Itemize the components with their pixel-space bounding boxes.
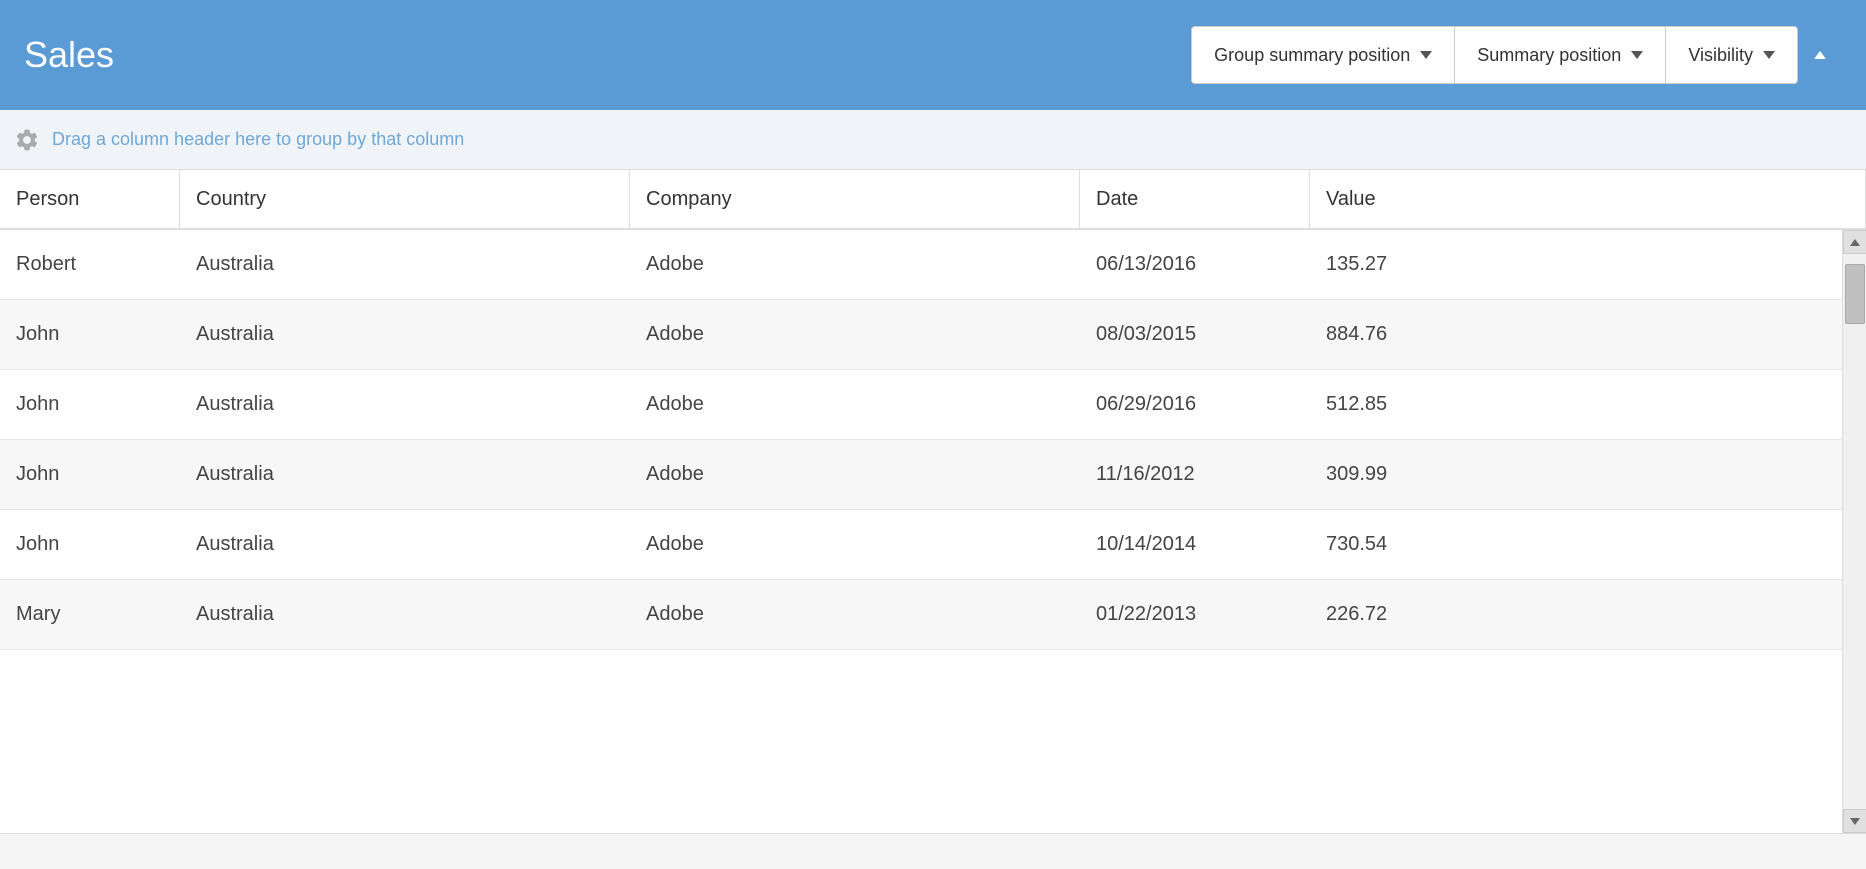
scroll-up-arrow-icon [1850,239,1860,246]
header-controls: Group summary position Summary position … [1191,26,1842,84]
app-container: Sales Group summary position Summary pos… [0,0,1866,869]
cell-value: 226.72 [1310,580,1842,649]
cell-date: 10/14/2014 [1080,510,1310,579]
table-row[interactable]: John Australia Adobe 11/16/2012 309.99 [0,440,1842,510]
column-header-person[interactable]: Person [0,170,180,228]
cell-country: Australia [180,580,630,649]
cell-value: 309.99 [1310,440,1842,509]
group-summary-position-button[interactable]: Group summary position [1191,26,1454,84]
cell-company: Adobe [630,440,1080,509]
header: Sales Group summary position Summary pos… [0,0,1866,110]
table-row[interactable]: Mary Australia Adobe 01/22/2013 226.72 [0,580,1842,650]
scroll-down-arrow-icon [1850,818,1860,825]
table-body: Robert Australia Adobe 06/13/2016 135.27… [0,230,1866,833]
column-header-value[interactable]: Value [1310,170,1866,228]
cell-person: John [0,370,180,439]
chevron-down-icon [1420,51,1432,59]
cell-person: Mary [0,580,180,649]
cell-country: Australia [180,230,630,299]
chevron-down-icon [1763,51,1775,59]
cell-value: 135.27 [1310,230,1842,299]
visibility-label: Visibility [1688,45,1753,66]
column-header-country[interactable]: Country [180,170,630,228]
cell-value: 884.76 [1310,300,1842,369]
visibility-button[interactable]: Visibility [1665,26,1798,84]
scroll-down-button[interactable] [1843,809,1866,833]
cell-country: Australia [180,510,630,579]
cell-company: Adobe [630,230,1080,299]
cell-company: Adobe [630,510,1080,579]
collapse-button[interactable] [1798,51,1842,59]
summary-position-button[interactable]: Summary position [1454,26,1665,84]
column-header-company[interactable]: Company [630,170,1080,228]
cell-country: Australia [180,370,630,439]
scroll-track[interactable] [1843,254,1866,809]
scroll-up-button[interactable] [1843,230,1866,254]
table-row[interactable]: John Australia Adobe 08/03/2015 884.76 [0,300,1842,370]
cell-company: Adobe [630,300,1080,369]
cell-date: 01/22/2013 [1080,580,1310,649]
cell-date: 08/03/2015 [1080,300,1310,369]
column-header-date[interactable]: Date [1080,170,1310,228]
cell-date: 11/16/2012 [1080,440,1310,509]
cell-country: Australia [180,300,630,369]
chevron-down-icon [1631,51,1643,59]
summary-position-label: Summary position [1477,45,1621,66]
table-row[interactable]: John Australia Adobe 10/14/2014 730.54 [0,510,1842,580]
cell-date: 06/13/2016 [1080,230,1310,299]
cell-value: 730.54 [1310,510,1842,579]
cell-person: Robert [0,230,180,299]
group-bar: Drag a column header here to group by th… [0,110,1866,170]
cell-person: John [0,440,180,509]
table-row[interactable]: John Australia Adobe 06/29/2016 512.85 [0,370,1842,440]
cell-company: Adobe [630,370,1080,439]
table-row[interactable]: Robert Australia Adobe 06/13/2016 135.27 [0,230,1842,300]
cell-company: Adobe [630,580,1080,649]
cell-person: John [0,300,180,369]
gear-icon [14,127,40,153]
table-rows: Robert Australia Adobe 06/13/2016 135.27… [0,230,1842,833]
group-bar-placeholder: Drag a column header here to group by th… [52,129,464,150]
scrollbar [1842,230,1866,833]
chevron-up-icon [1814,51,1826,59]
group-summary-position-label: Group summary position [1214,45,1410,66]
cell-country: Australia [180,440,630,509]
page-title: Sales [24,34,1191,76]
cell-value: 512.85 [1310,370,1842,439]
cell-person: John [0,510,180,579]
cell-date: 06/29/2016 [1080,370,1310,439]
footer [0,833,1866,869]
column-headers: Person Country Company Date Value [0,170,1866,230]
scroll-thumb[interactable] [1845,264,1865,324]
